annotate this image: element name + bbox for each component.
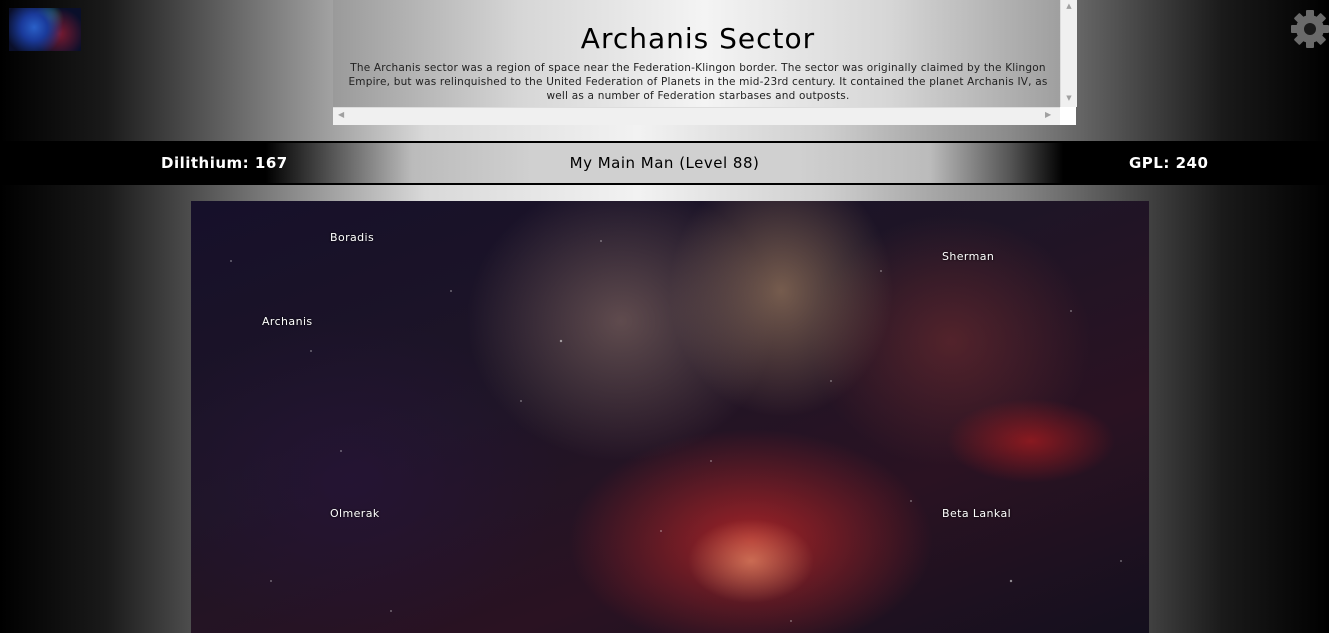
scroll-left-icon[interactable]: ◀ [338,110,344,119]
gpl-counter: GPL: 240 [1129,154,1209,172]
planet-olmerak[interactable]: Olmerak [330,507,380,520]
gear-icon[interactable] [1290,7,1329,51]
scroll-right-icon[interactable]: ▶ [1045,110,1051,119]
scroll-up-icon[interactable]: ▲ [1061,2,1077,10]
sector-description: The Archanis sector was a region of spac… [348,62,1048,102]
scroll-down-icon[interactable]: ▼ [1061,94,1077,102]
sector-map: Boradis Archanis Sherman Olmerak Beta La… [191,201,1149,633]
planet-boradis[interactable]: Boradis [330,231,374,244]
sector-info-panel: Archanis Sector The Archanis sector was … [333,0,1077,125]
page-title: Archanis Sector [580,22,816,55]
scroll-corner [1060,107,1076,125]
sector-thumbnail-icon[interactable] [9,8,81,51]
horizontal-scrollbar[interactable]: ◀ ▶ [333,107,1060,125]
vertical-scrollbar[interactable]: ▲ ▼ [1060,0,1077,107]
planet-sherman[interactable]: Sherman [942,250,994,263]
planet-archanis[interactable]: Archanis [262,315,313,328]
status-bar: Dilithium: 167 My Main Man (Level 88) GP… [0,141,1329,185]
planet-beta-lankal[interactable]: Beta Lankal [942,507,1011,520]
starfield-background [191,201,1149,633]
